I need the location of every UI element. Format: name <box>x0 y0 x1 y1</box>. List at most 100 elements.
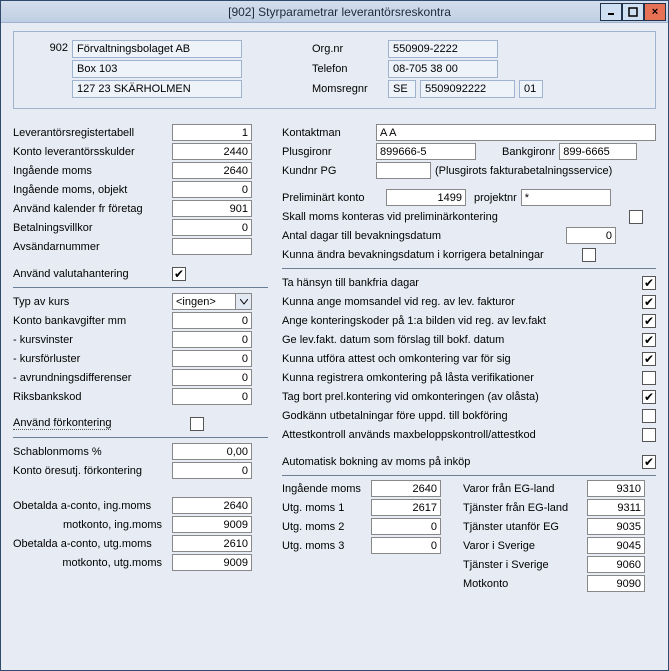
ing-moms-obj-input[interactable] <box>172 181 252 198</box>
vat-right-label: Tjänster från EG-land <box>463 502 583 514</box>
option-label: Kunna registrera omkontering på låsta ve… <box>282 372 642 384</box>
ing-moms-input[interactable] <box>172 162 252 179</box>
vat-right-input[interactable] <box>587 518 645 535</box>
vat-right-input[interactable] <box>587 575 645 592</box>
dagar-input[interactable] <box>566 227 616 244</box>
option-checkbox[interactable] <box>642 371 656 385</box>
minimize-icon <box>606 7 616 17</box>
konto-bankavg-label: Konto bankavgifter mm <box>13 315 168 327</box>
motk-utg-label: motkonto, utg.moms <box>13 557 168 569</box>
prel-konto-input[interactable] <box>386 189 466 206</box>
kursvinst-input[interactable] <box>172 331 252 348</box>
option-checkbox[interactable] <box>642 276 656 290</box>
prel-konto-label: Preliminärt konto <box>282 192 382 204</box>
aconto-ing-label: Obetalda a-conto, ing.moms <box>13 500 168 512</box>
schablon-label: Schablonmoms % <box>13 446 168 458</box>
maximize-button[interactable] <box>622 3 644 21</box>
vat-number-field: 5509092222 <box>420 80 515 98</box>
orgnr-label: Org.nr <box>312 40 382 58</box>
typ-kurs-label: Typ av kurs <box>13 296 168 308</box>
titlebar-buttons: × <box>600 3 666 21</box>
konto-levskuld-input[interactable] <box>172 143 252 160</box>
motk-ing-input[interactable] <box>172 516 252 533</box>
company-box-field: Box 103 <box>72 60 242 78</box>
valuta-label: Använd valutahantering <box>13 268 168 280</box>
forkontering-checkbox[interactable] <box>190 417 204 431</box>
moms-prel-checkbox[interactable] <box>629 210 643 224</box>
valuta-checkbox[interactable] <box>172 267 186 281</box>
konto-bankavg-input[interactable] <box>172 312 252 329</box>
andra-bev-label: Kunna ändra bevakningsdatum i korrigera … <box>282 249 582 261</box>
kal-ftg-input[interactable] <box>172 200 252 217</box>
option-checkbox[interactable] <box>642 295 656 309</box>
auto-moms-checkbox[interactable] <box>642 455 656 469</box>
typ-kurs-value: <ingen> <box>173 296 235 308</box>
vat-left-input[interactable] <box>371 537 441 554</box>
maximize-icon <box>628 7 638 17</box>
vat-right-input[interactable] <box>587 499 645 516</box>
option-label: Kunna utföra attest och omkontering var … <box>282 353 642 365</box>
options-list: Ta hänsyn till bankfria dagarKunna ange … <box>282 273 656 444</box>
titlebar: [902] Styrparametrar leverantörsreskontr… <box>1 1 668 23</box>
option-checkbox[interactable] <box>642 409 656 423</box>
kontaktman-input[interactable] <box>376 124 656 141</box>
bankgironr-label: Bankgironr <box>502 146 555 158</box>
schablon-input[interactable] <box>172 443 252 460</box>
client-area: 902 Förvaltningsbolaget AB Box 103 127 2… <box>1 23 668 670</box>
company-name-field: Förvaltningsbolaget AB <box>72 40 242 58</box>
kontaktman-label: Kontaktman <box>282 127 372 139</box>
bet-villkor-label: Betalningsvillkor <box>13 222 168 234</box>
option-label: Tag bort prel.kontering vid omkonteringe… <box>282 391 642 403</box>
motk-utg-input[interactable] <box>172 554 252 571</box>
vat-left-input[interactable] <box>371 480 441 497</box>
option-checkbox[interactable] <box>642 352 656 366</box>
plusgironr-label: Plusgironr <box>282 146 372 158</box>
option-label: Godkänn utbetalningar före uppd. till bo… <box>282 410 642 422</box>
option-row: Ange konteringskoder på 1:a bilden vid r… <box>282 311 656 330</box>
riks-input[interactable] <box>172 388 252 405</box>
aconto-utg-input[interactable] <box>172 535 252 552</box>
levregtabell-input[interactable] <box>172 124 252 141</box>
levregtabell-label: Leverantörsregistertabell <box>13 127 168 139</box>
vat-right-input[interactable] <box>587 556 645 573</box>
option-checkbox[interactable] <box>642 390 656 404</box>
dagar-label: Antal dagar till bevakningsdatum <box>282 230 562 242</box>
left-separator-2 <box>13 437 268 438</box>
kursvinst-label: - kursvinster <box>13 334 168 346</box>
option-label: Kunna ange momsandel vid reg. av lev. fa… <box>282 296 642 308</box>
option-checkbox[interactable] <box>642 428 656 442</box>
aconto-ing-input[interactable] <box>172 497 252 514</box>
typ-kurs-combo[interactable]: <ingen> <box>172 293 252 310</box>
option-row: Kunna utföra attest och omkontering var … <box>282 349 656 368</box>
option-checkbox[interactable] <box>642 333 656 347</box>
vat-right-label: Motkonto <box>463 578 583 590</box>
kursforlust-input[interactable] <box>172 350 252 367</box>
avrund-input[interactable] <box>172 369 252 386</box>
vat-right-label: Varor i Sverige <box>463 540 583 552</box>
company-id: 902 <box>24 40 72 98</box>
close-button[interactable]: × <box>644 3 666 21</box>
vat-left-input[interactable] <box>371 518 441 535</box>
chevron-down-icon[interactable] <box>235 294 251 309</box>
body-columns: Leverantörsregistertabell Konto leverant… <box>13 123 656 592</box>
left-column: Leverantörsregistertabell Konto leverant… <box>13 123 268 592</box>
kundnr-pg-input[interactable] <box>376 162 431 179</box>
option-row: Ge lev.fakt. datum som förslag till bokf… <box>282 330 656 349</box>
vat-right-input[interactable] <box>587 537 645 554</box>
window: [902] Styrparametrar leverantörsreskontr… <box>0 0 669 671</box>
telefon-field: 08-705 38 00 <box>388 60 498 78</box>
right-column: Kontaktman Plusgironr Bankgironr Kundnr … <box>282 123 656 592</box>
proj-input[interactable] <box>521 189 611 206</box>
option-label: Attestkontroll används maxbeloppskontrol… <box>282 429 642 441</box>
option-checkbox[interactable] <box>642 314 656 328</box>
minimize-button[interactable] <box>600 3 622 21</box>
plusgironr-input[interactable] <box>376 143 476 160</box>
vat-left-input[interactable] <box>371 499 441 516</box>
avs-nr-input[interactable] <box>172 238 252 255</box>
bet-villkor-input[interactable] <box>172 219 252 236</box>
andra-bev-checkbox[interactable] <box>582 248 596 262</box>
vat-left-label: Ingående moms <box>282 483 367 495</box>
oresutj-input[interactable] <box>172 462 252 479</box>
bankgironr-input[interactable] <box>559 143 637 160</box>
vat-right-input[interactable] <box>587 480 645 497</box>
